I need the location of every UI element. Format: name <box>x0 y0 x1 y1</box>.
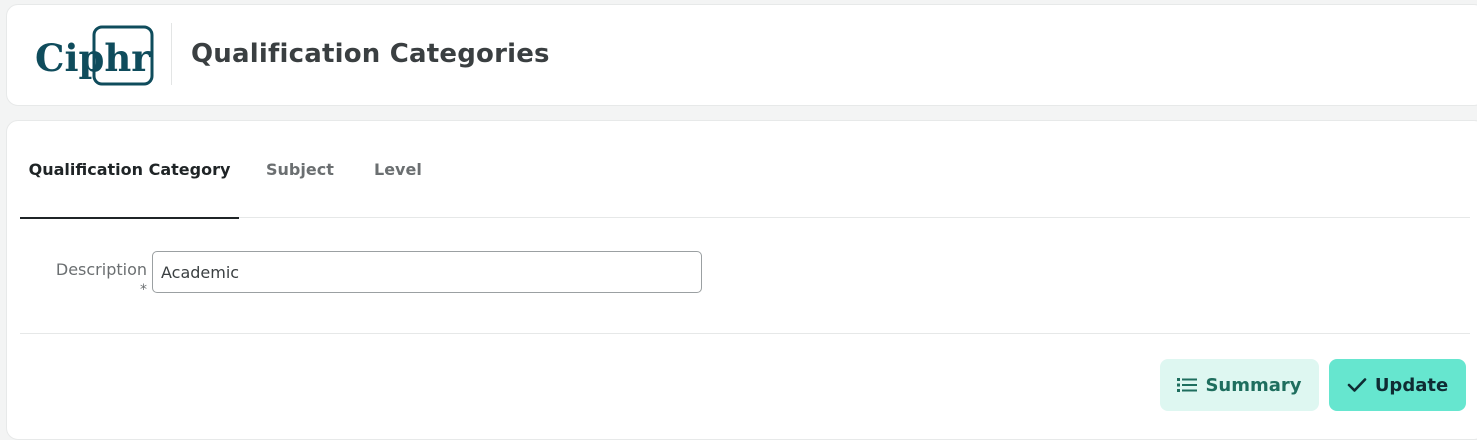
main-panel: Qualification Category Subject Level Des… <box>6 120 1477 440</box>
update-button-label: Update <box>1374 374 1449 396</box>
list-icon <box>1177 377 1198 393</box>
check-icon <box>1347 377 1367 393</box>
header-divider <box>171 23 172 85</box>
description-label-text: Description <box>55 260 147 279</box>
tab-bar: Qualification Category Subject Level <box>20 121 1470 219</box>
tab-subject[interactable]: Subject <box>266 121 334 218</box>
form-divider <box>20 333 1470 334</box>
summary-button-label: Summary <box>1205 374 1302 396</box>
update-button[interactable]: Update <box>1329 359 1466 411</box>
logo-text: Ciphr <box>35 36 151 80</box>
page-title: Qualification Categories <box>191 39 550 69</box>
description-input[interactable] <box>152 251 702 293</box>
description-label: Description * <box>37 260 147 300</box>
required-marker: * <box>140 282 147 298</box>
tab-level[interactable]: Level <box>374 121 422 218</box>
page-header: Ciphr Qualification Categories <box>6 4 1477 106</box>
summary-button[interactable]: Summary <box>1160 359 1319 411</box>
tab-qualification-category[interactable]: Qualification Category <box>20 121 239 219</box>
ciphr-logo[interactable]: Ciphr <box>33 25 154 86</box>
